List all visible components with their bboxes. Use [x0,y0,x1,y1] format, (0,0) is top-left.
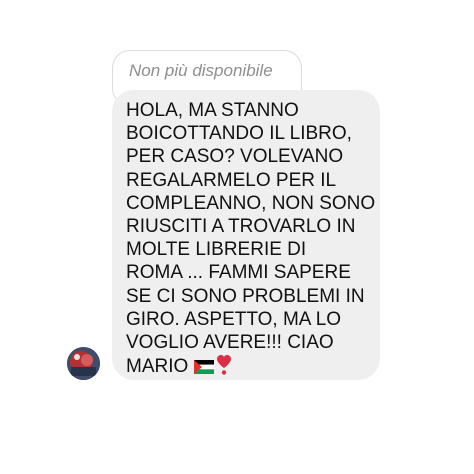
message-line: MARIO [126,356,189,378]
message-line: PER CASO? VOLEVANO [126,146,344,168]
chat-screen: Non più disponibile HOLA, MA STANNO BOIC… [0,0,474,474]
message-line: BOICOTTANDO IL LIBRO, [126,123,352,145]
red-heart-exclamation-icon [216,354,232,382]
message-line: REGALARMELO PER IL [126,169,337,191]
message-line: HOLA, MA STANNO [126,100,299,121]
message-line: GIRO. ASPETTO, MA LO [126,308,342,330]
message-line: MOLTE LIBRERIE DI [126,239,307,261]
palestine-flag-icon [194,357,215,380]
message-line: SE CI SONO PROBLEMI IN [126,285,365,307]
message-text: HOLA, MA STANNO BOICOTTANDO IL LIBRO, PE… [126,99,376,382]
message-line: VOGLIO AVERE!!! CIAO [126,332,334,354]
message-line: COMPLEANNO, NON SONO [126,192,376,214]
message-bubble[interactable]: HOLA, MA STANNO BOICOTTANDO IL LIBRO, PE… [112,90,380,380]
message-last-line: MARIO [126,354,376,382]
avatar-image [67,347,100,380]
sender-avatar[interactable] [67,347,100,380]
message-line: RIUSCITI A TROVARLO IN [126,216,356,238]
reply-preview-text: Non più disponibile [129,61,273,80]
message-line: ROMA ... FAMMI SAPERE [126,262,351,284]
